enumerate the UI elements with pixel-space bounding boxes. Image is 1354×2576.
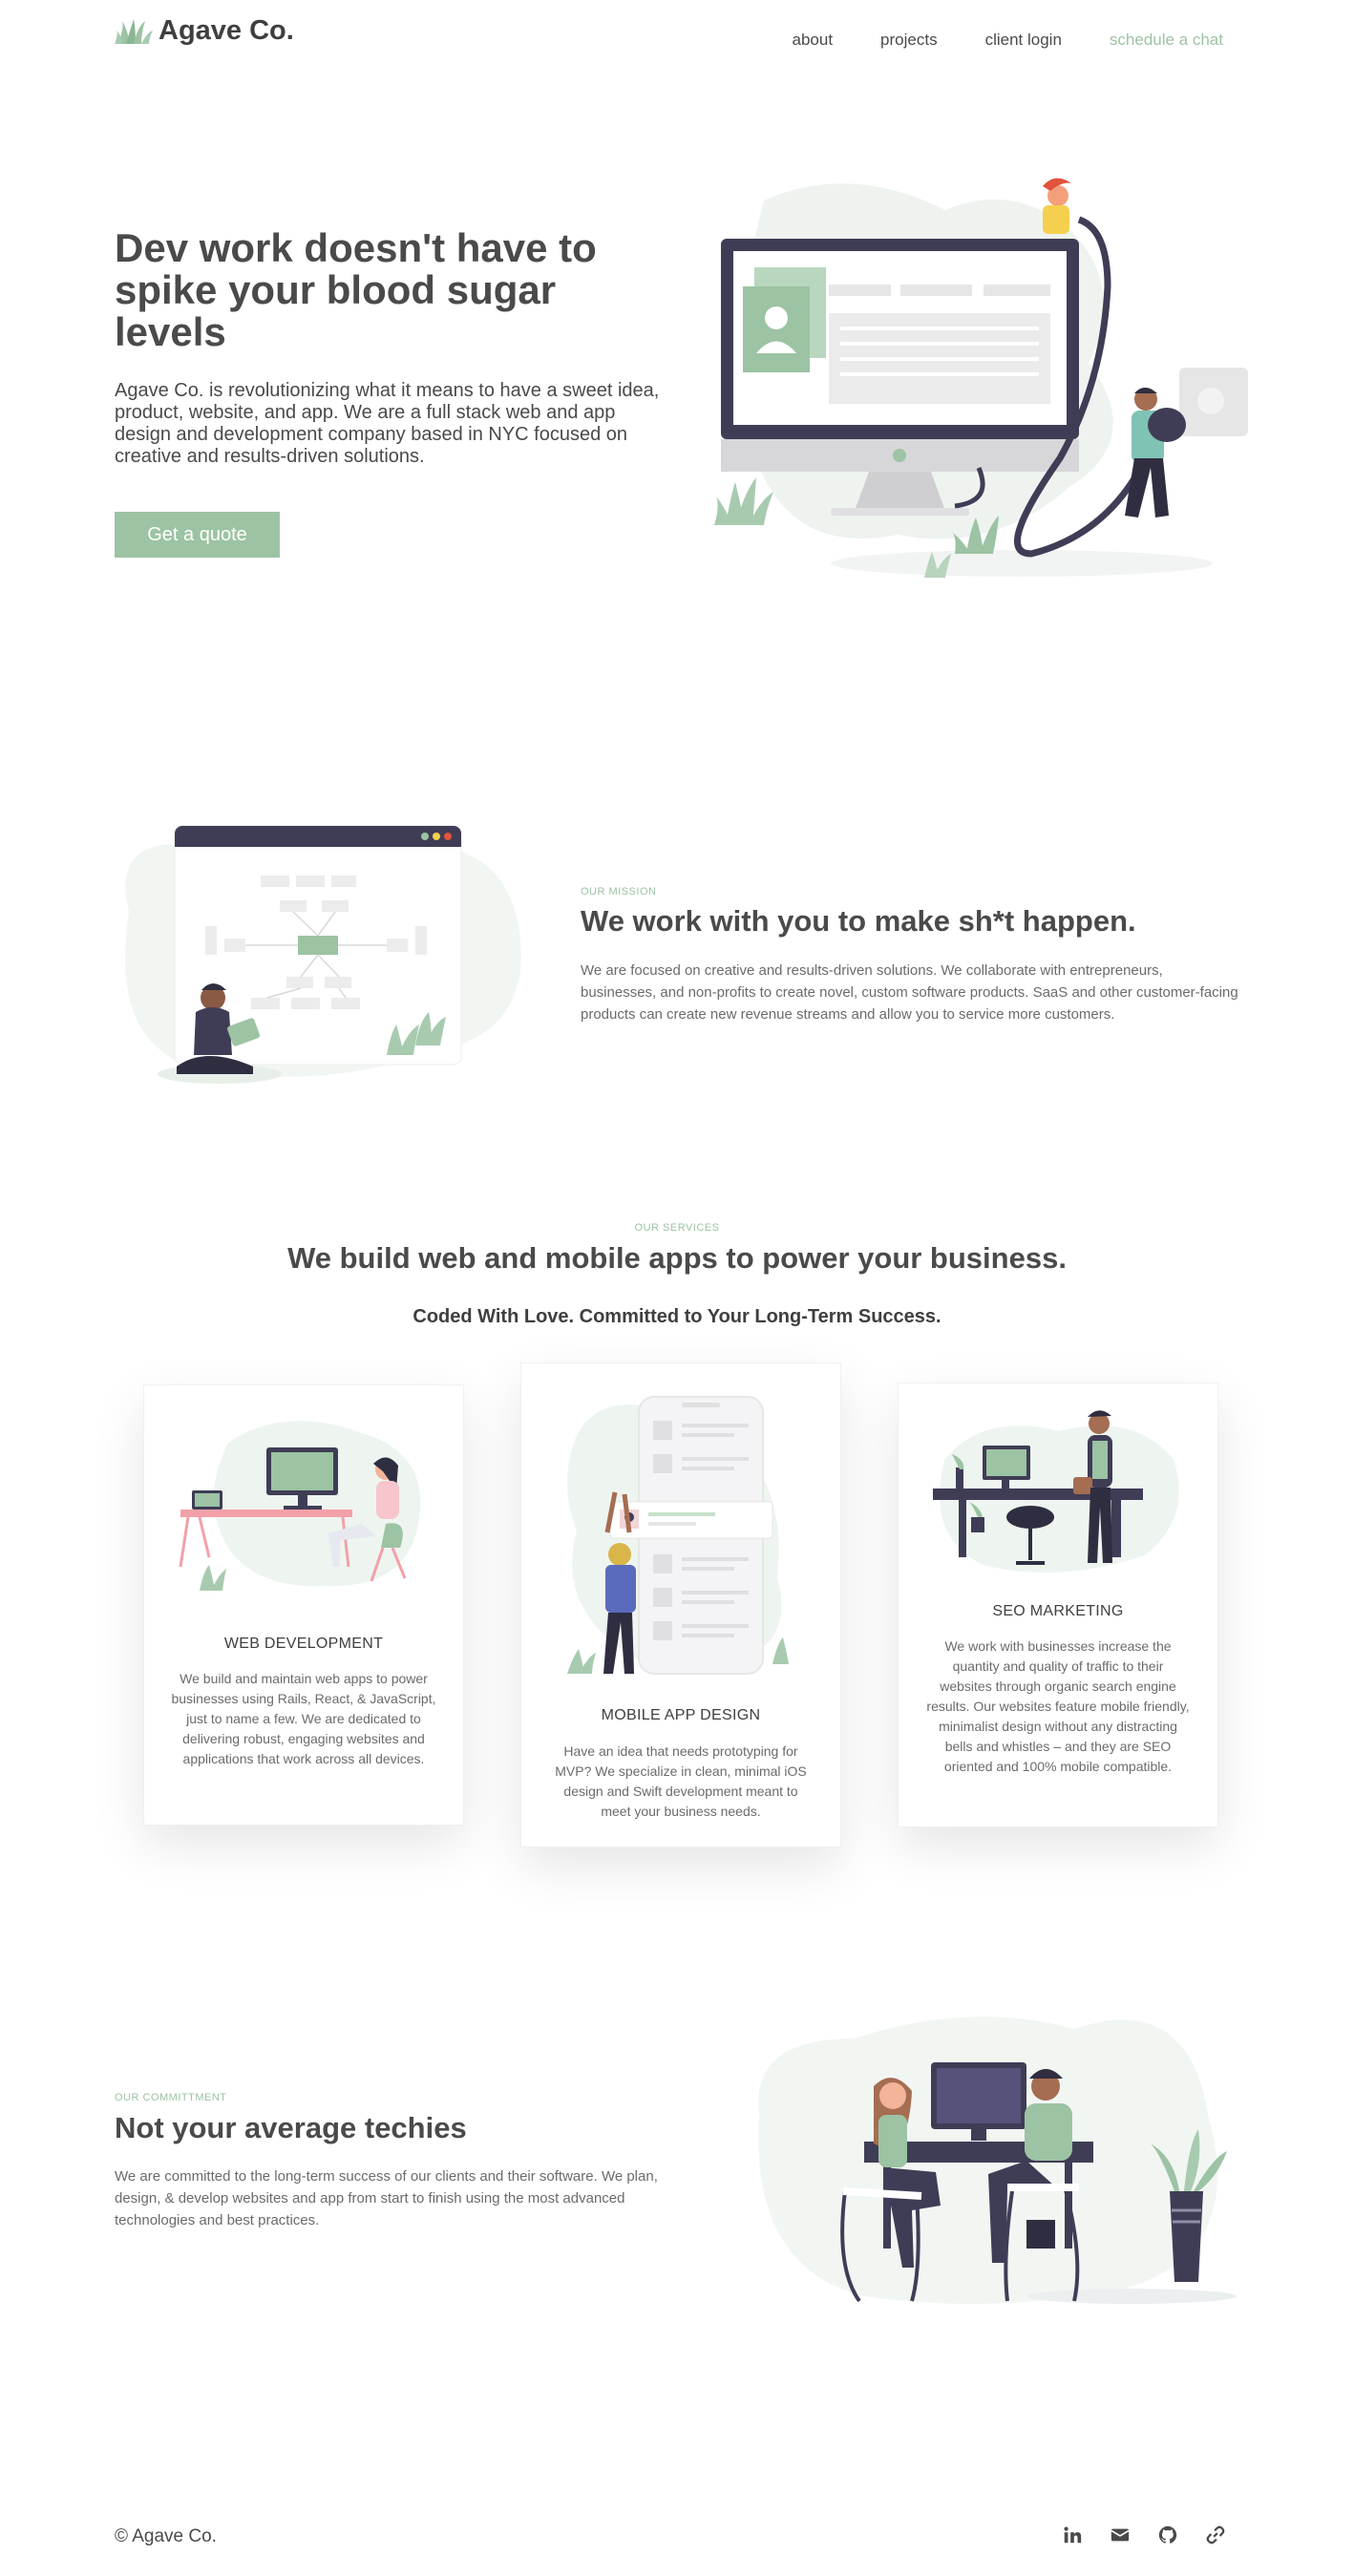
top-navigation: Agave Co. about projects client login sc… (0, 0, 1354, 76)
mission-body: We are focused on creative and results-d… (581, 962, 1238, 1023)
mission-eyebrow: OUR MISSION (581, 886, 657, 897)
nav-about-link[interactable]: about (793, 31, 834, 50)
brand-name: Agave Co. (159, 15, 294, 46)
service-card-title: MOBILE APP DESIGN (601, 1707, 761, 1723)
service-card-body: We build and maintain web apps to power … (171, 1671, 436, 1766)
commitment-title: Not your average techies (115, 2111, 467, 2144)
brand-logo[interactable]: Agave Co. (115, 15, 294, 47)
mobile-app-illustration (567, 1396, 789, 1675)
service-card-body: Have an idea that needs prototyping for … (555, 1743, 807, 1819)
hero-monitor-illustration (714, 178, 1248, 578)
mission-flowchart-illustration (125, 825, 521, 1084)
commitment-eyebrow: OUR COMMITTMENT (115, 2092, 227, 2103)
nav-client-login-link[interactable]: client login (985, 31, 1062, 50)
service-card-title: SEO MARKETING (992, 1603, 1124, 1619)
nav-schedule-chat-link[interactable]: schedule a chat (1110, 31, 1223, 50)
link-icon[interactable] (1205, 2524, 1226, 2545)
seo-marketing-illustration (933, 1410, 1179, 1573)
footer-social-icons (1062, 2524, 1226, 2545)
services-eyebrow: OUR SERVICES (634, 1222, 720, 1234)
service-card-mobile-app-design: MOBILE APP DESIGN Have an idea that need… (520, 1362, 841, 1848)
hero-title: Dev work doesn't have to spike your bloo… (115, 225, 597, 354)
commitment-body: We are committed to the long-term succes… (115, 2168, 658, 2228)
service-card-title: WEB DEVELOPMENT (223, 1636, 384, 1652)
web-development-illustration (179, 1421, 421, 1591)
envelope-icon[interactable] (1110, 2524, 1131, 2545)
linkedin-icon[interactable] (1062, 2524, 1083, 2545)
services-title: We build web and mobile apps to power yo… (287, 1241, 1067, 1275)
agave-plant-icon (115, 18, 153, 44)
nav-projects-link[interactable]: projects (880, 31, 938, 50)
github-icon[interactable] (1157, 2524, 1178, 2545)
nav-links: about projects client login schedule a c… (793, 31, 1224, 50)
service-card-web-development: WEB DEVELOPMENT We build and maintain we… (143, 1384, 464, 1826)
footer-copyright: © Agave Co. (115, 2526, 217, 2546)
hero-description: Agave Co. is revolutionizing what it mea… (115, 380, 660, 467)
mission-title: We work with you to make sh*t happen. (581, 904, 1136, 938)
services-subtitle: Coded With Love. Committed to Your Long-… (413, 1306, 941, 1327)
service-card-seo-marketing: SEO MARKETING We work with businesses in… (898, 1383, 1218, 1827)
commitment-team-illustration (758, 2016, 1237, 2304)
service-card-body: We work with businesses increase the qua… (926, 1638, 1190, 1774)
get-quote-button[interactable]: Get a quote (115, 512, 280, 558)
